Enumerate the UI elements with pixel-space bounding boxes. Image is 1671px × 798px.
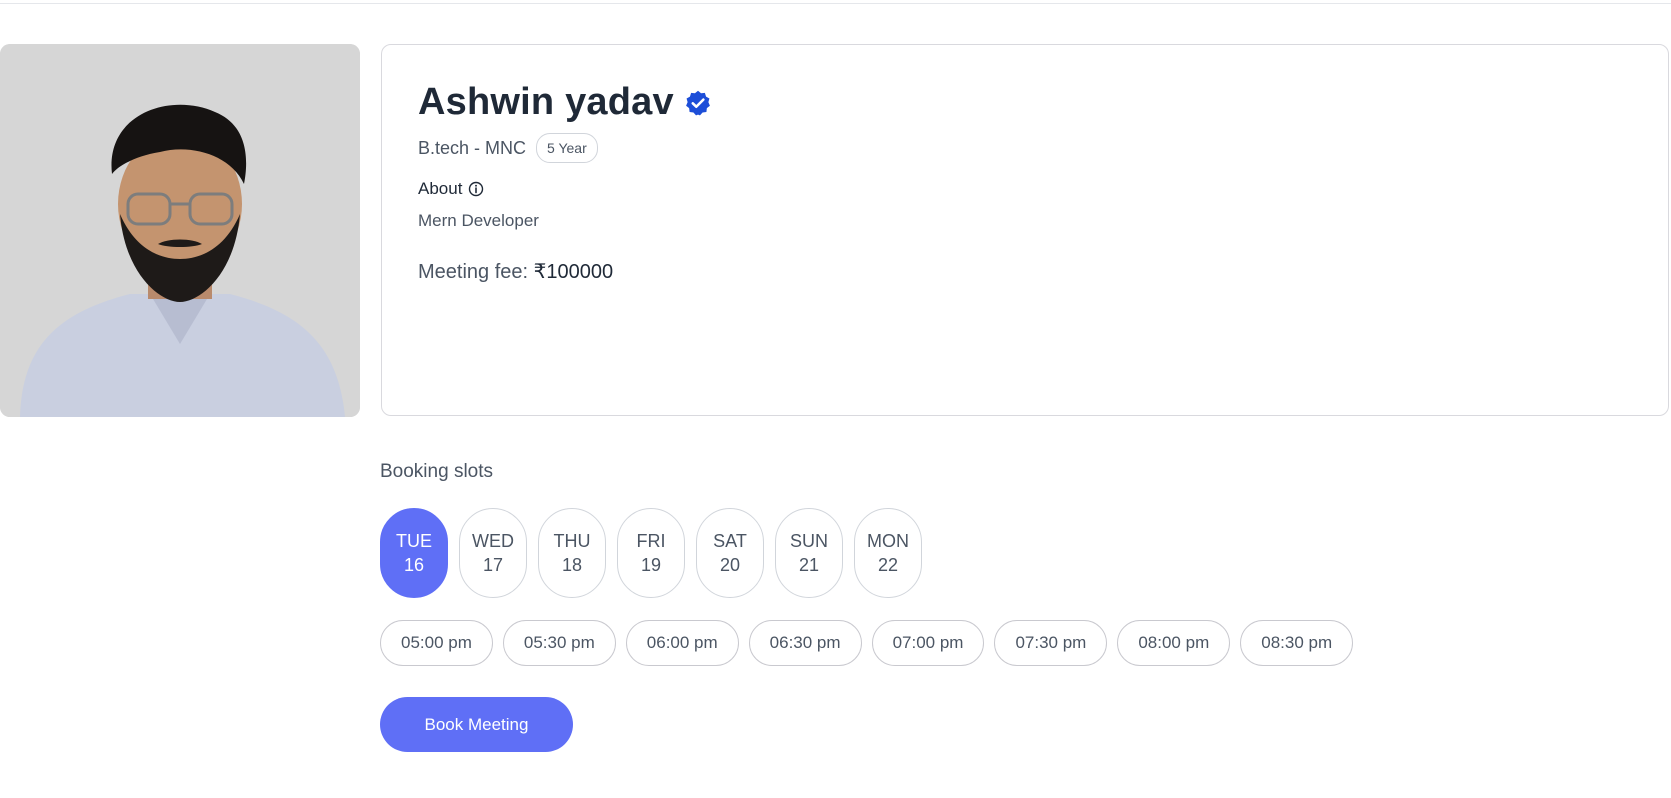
about-text: Mern Developer xyxy=(418,211,539,230)
info-icon xyxy=(468,181,484,197)
appointment-page: Ashwin yadav B.tech - MNC 5 Year About M… xyxy=(0,0,1671,798)
day-slot[interactable]: SAT 20 xyxy=(696,508,764,598)
about-label: About xyxy=(418,179,463,198)
top-divider xyxy=(0,3,1671,4)
day-date: 16 xyxy=(403,555,425,575)
day-name: FRI xyxy=(636,530,666,551)
book-meeting-button[interactable]: Book Meeting xyxy=(380,697,573,752)
verified-badge-icon xyxy=(684,89,712,117)
time-slot[interactable]: 07:30 pm xyxy=(994,620,1108,666)
fee-value: ₹100000 xyxy=(533,261,614,283)
day-date: 17 xyxy=(482,555,504,575)
time-selector: 05:00 pm 05:30 pm 06:00 pm 06:30 pm 07:0… xyxy=(380,620,1354,666)
degree-row: B.tech - MNC 5 Year xyxy=(418,133,598,163)
day-name: SUN xyxy=(789,530,828,551)
booking-slots-title: Booking slots xyxy=(380,461,494,482)
day-name: TUE xyxy=(396,530,432,551)
day-name: WED xyxy=(472,530,514,551)
time-slot[interactable]: 07:00 pm xyxy=(871,620,985,666)
day-slot[interactable]: THU 18 xyxy=(538,508,606,598)
day-slot[interactable]: SUN 21 xyxy=(775,508,843,598)
day-slot[interactable]: MON 22 xyxy=(854,508,922,598)
name-row: Ashwin yadav xyxy=(418,81,712,124)
day-selector: TUE 16 WED 17 THU 18 FRI 19 SAT 20 SUN 2… xyxy=(380,508,922,598)
time-slot[interactable]: 05:00 pm xyxy=(380,620,493,666)
doctor-name: Ashwin yadav xyxy=(418,81,674,123)
day-date: 20 xyxy=(719,555,741,575)
day-slot[interactable]: TUE 16 xyxy=(380,508,448,598)
doctor-photo-image xyxy=(0,44,360,417)
day-date: 21 xyxy=(798,555,820,575)
experience-badge: 5 Year xyxy=(536,133,598,163)
time-slot[interactable]: 08:00 pm xyxy=(1117,620,1231,666)
about-row: About xyxy=(418,179,484,199)
time-slot[interactable]: 06:30 pm xyxy=(748,620,862,666)
time-slot[interactable]: 06:00 pm xyxy=(625,620,739,666)
doctor-degree: B.tech - MNC xyxy=(418,137,527,158)
day-date: 19 xyxy=(640,555,662,575)
day-name: SAT xyxy=(713,530,747,551)
doctor-info-card: Ashwin yadav B.tech - MNC 5 Year About M… xyxy=(381,44,1669,416)
day-slot[interactable]: FRI 19 xyxy=(617,508,685,598)
day-name: MON xyxy=(867,530,909,551)
day-date: 22 xyxy=(877,555,899,575)
day-date: 18 xyxy=(561,555,583,575)
time-slot[interactable]: 05:30 pm xyxy=(502,620,616,666)
day-slot[interactable]: WED 17 xyxy=(459,508,527,598)
meeting-fee: Meeting fee: ₹100000 xyxy=(418,259,613,284)
time-slot[interactable]: 08:30 pm xyxy=(1240,620,1354,666)
fee-label: Meeting fee: xyxy=(418,261,529,283)
day-name: THU xyxy=(553,530,591,551)
doctor-photo xyxy=(0,44,360,417)
